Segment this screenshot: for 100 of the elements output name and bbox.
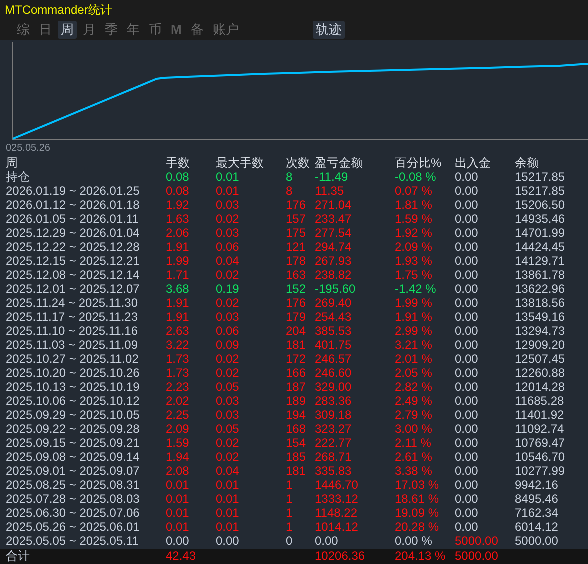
total-label: 合计 bbox=[6, 549, 31, 564]
table-cell-text: 8 bbox=[286, 170, 294, 184]
table-cell-text: 1.91 % bbox=[395, 310, 434, 324]
tab[interactable]: 周 bbox=[58, 20, 77, 39]
table-cell-text: 3.21 % bbox=[395, 338, 434, 352]
table-cell-text: 1.59 bbox=[166, 436, 190, 450]
table-cell-text: -1.42 % bbox=[395, 282, 438, 296]
table-cell-text: 12014.28 bbox=[515, 380, 566, 394]
table-cell-text: 0.00 bbox=[455, 212, 480, 226]
table-cell-text: 176 bbox=[286, 296, 308, 310]
table-cell-text: 0.01 bbox=[166, 520, 190, 534]
column-header: 周 bbox=[6, 156, 19, 170]
table-cell-text: 267.93 bbox=[315, 254, 353, 268]
table-cell-text: 0.00 bbox=[455, 170, 480, 184]
table-cell-text: 121 bbox=[286, 240, 308, 254]
table-cell-text: 0.00 bbox=[455, 464, 480, 478]
table-cell-text: 233.47 bbox=[315, 212, 353, 226]
table-cell-text: 3.68 bbox=[166, 282, 190, 296]
table-cell-text: 1014.12 bbox=[315, 520, 360, 534]
table-cell-text: 11.35 bbox=[315, 184, 346, 198]
table-cell-text: 0.05 bbox=[216, 380, 240, 394]
table-cell-text: 204 bbox=[286, 324, 308, 338]
table-cell-text: 2.63 bbox=[166, 324, 190, 338]
table-cell-text: 0.00 bbox=[455, 478, 480, 492]
table-cell-text: 1.92 bbox=[166, 198, 190, 212]
tab[interactable]: 综 bbox=[14, 20, 33, 39]
tab[interactable]: M bbox=[168, 20, 185, 39]
table-cell-text: 1446.70 bbox=[315, 478, 360, 492]
table-cell-text: 42.43 bbox=[166, 549, 198, 564]
table-cell-text: 0.00 bbox=[455, 338, 480, 352]
table-cell-text: 14129.71 bbox=[515, 254, 566, 268]
table-cell-text: 0.00 bbox=[455, 408, 480, 422]
table-cell-text: 0.00 bbox=[216, 534, 240, 548]
tab[interactable]: 备 bbox=[188, 20, 207, 39]
table-cell-text: 335.83 bbox=[315, 464, 353, 478]
table-cell-text: 0.02 bbox=[216, 268, 240, 282]
tab[interactable]: 账户 bbox=[210, 20, 242, 39]
table-cell-text: 14701.99 bbox=[515, 226, 566, 240]
table-cell-text: 0.00 bbox=[455, 198, 480, 212]
table-cell-text: 271.04 bbox=[315, 198, 353, 212]
table-cell-text: 5000.00 bbox=[455, 549, 500, 564]
table-cell-text: 181 bbox=[286, 464, 308, 478]
table-cell-text: 1.92 % bbox=[395, 226, 434, 240]
table-cell-text: 0.00 bbox=[455, 436, 480, 450]
table-cell-text: 0.02 bbox=[216, 352, 240, 366]
table-cell-text: 0.00 bbox=[455, 366, 480, 380]
table-cell-text: 8 bbox=[286, 184, 294, 198]
table-cell-text: 1 bbox=[286, 478, 294, 492]
table-cell-text: 2.09 bbox=[166, 422, 190, 436]
table-cell-text: 0.00 bbox=[455, 254, 480, 268]
period-cell-text: 2025.11.24 ~ 2025.11.30 bbox=[6, 296, 140, 310]
table-cell-text: 0.00 bbox=[455, 450, 480, 464]
table-cell-text: 0.00 bbox=[455, 226, 480, 240]
table-cell-text: 385.53 bbox=[315, 324, 353, 338]
tab[interactable]: 月 bbox=[80, 20, 99, 39]
table-cell-text: 172 bbox=[286, 352, 308, 366]
table-cell-text: 0.03 bbox=[216, 198, 240, 212]
tab[interactable]: 日 bbox=[36, 20, 55, 39]
table-cell-text: 0.01 bbox=[216, 492, 240, 506]
table-cell-text: 8495.46 bbox=[515, 492, 560, 506]
table-cell-text: 187 bbox=[286, 380, 308, 394]
period-cell-text: 2025.09.22 ~ 2025.09.28 bbox=[6, 422, 141, 436]
table-cell-text: 2.06 bbox=[166, 226, 190, 240]
table-cell-text: 0.01 bbox=[166, 492, 190, 506]
table-cell-text: 12260.88 bbox=[515, 366, 566, 380]
table-cell-text: 163 bbox=[286, 268, 308, 282]
period-cell-text: 2025.12.22 ~ 2025.12.28 bbox=[6, 240, 141, 254]
tab[interactable]: 季 bbox=[102, 20, 121, 39]
period-cell-text: 2025.10.06 ~ 2025.10.12 bbox=[6, 394, 141, 408]
tab[interactable]: 年 bbox=[124, 20, 143, 39]
table-cell-text: 13549.16 bbox=[515, 310, 566, 324]
table-cell-text: 0.00 bbox=[455, 240, 480, 254]
table-cell-text: 189 bbox=[286, 394, 308, 408]
table-cell-text: 0.04 bbox=[216, 464, 240, 478]
table-cell-text: 1148.22 bbox=[315, 506, 358, 520]
table-cell-text: 277.54 bbox=[315, 226, 353, 240]
table-cell-text: 2.25 bbox=[166, 408, 190, 422]
table-cell-text: 0.00 bbox=[455, 422, 480, 436]
table-cell-text: 283.36 bbox=[315, 394, 353, 408]
table-cell-text: 5000.00 bbox=[455, 534, 500, 548]
table-cell-text: 246.60 bbox=[315, 366, 353, 380]
table-cell-text: 0.00 bbox=[455, 394, 480, 408]
table-cell-text: 0.00 bbox=[455, 380, 480, 394]
table-cell-text: 238.82 bbox=[315, 268, 353, 282]
column-header: 盈亏金额 bbox=[315, 156, 364, 170]
column-header: 出入金 bbox=[455, 156, 492, 170]
table-cell-text: 0.00 % bbox=[395, 534, 434, 548]
column-header: 次数 bbox=[286, 156, 311, 170]
table-cell-text: 329.00 bbox=[315, 380, 353, 394]
table-cell-text: 18.61 % bbox=[395, 492, 440, 506]
table-cell-text: 168 bbox=[286, 422, 308, 436]
tab[interactable]: 币 bbox=[146, 20, 165, 39]
table-cell-text: 2.02 bbox=[166, 394, 190, 408]
table-cell-text: 185 bbox=[286, 450, 308, 464]
table-cell-text: 0.00 bbox=[455, 184, 480, 198]
table-cell-text: 0.01 bbox=[216, 170, 240, 184]
trajectory-tab[interactable]: 轨迹 bbox=[312, 20, 345, 39]
period-cell-text: 2025.09.01 ~ 2025.09.07 bbox=[6, 464, 141, 478]
table-cell-text: 14935.46 bbox=[515, 212, 566, 226]
column-header: 手数 bbox=[166, 156, 191, 170]
